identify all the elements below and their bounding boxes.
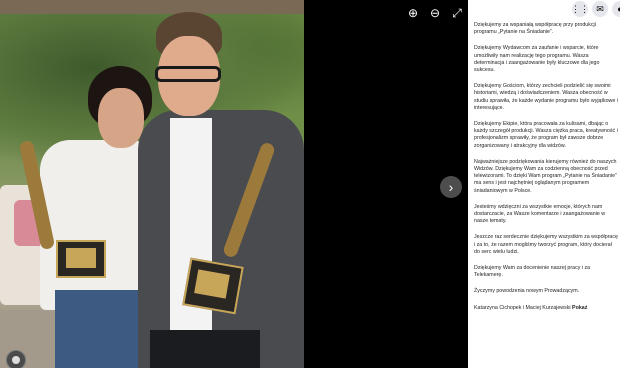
- messenger-icon[interactable]: ✉: [592, 1, 608, 17]
- post-paragraph: Dziękujemy Gościom, którzy zechcieli pod…: [474, 83, 618, 111]
- user-icon: [12, 356, 20, 364]
- top-bar: ⋮⋮ ✉ ●: [468, 0, 620, 18]
- zoom-in-icon[interactable]: ⊕: [404, 4, 422, 22]
- photo-pergola: [0, 0, 304, 14]
- zoom-out-icon[interactable]: ⊖: [426, 4, 444, 22]
- notifications-icon[interactable]: ●: [612, 1, 620, 17]
- show-more-link[interactable]: Pokaż: [572, 305, 587, 311]
- post-text: Dziękujemy za wspaniałą współpracę przy …: [474, 22, 618, 321]
- post-paragraph: Życzymy powodzenia nowym Prowadzącym.: [474, 288, 580, 295]
- man-pants: [150, 330, 260, 368]
- post-paragraph: Dziękujemy Wydawcom za zaufanie i wsparc…: [474, 45, 600, 74]
- next-photo-button[interactable]: ›: [440, 176, 462, 198]
- post-paragraph: Dziękujemy Ekipie, która pracowała za ku…: [474, 121, 618, 149]
- post-signature-line: Katarzyna Cichopek i Maciej Kurzajewski …: [474, 305, 618, 312]
- post-paragraph: Jesteśmy wdzięczni za wszystkie emocje, …: [474, 203, 606, 225]
- post-paragraph: Dziękujemy za wspaniałą współpracę przy …: [474, 22, 596, 36]
- man-glasses: [155, 66, 221, 82]
- avatar[interactable]: [6, 350, 26, 368]
- post-paragraph: Najważniejsze podziękowania kierujemy ró…: [474, 158, 617, 194]
- menu-grid-icon[interactable]: ⋮⋮: [571, 1, 589, 17]
- post-panel: ⋮⋮ ✉ ● Dziękujemy za wspaniałą współprac…: [468, 0, 620, 368]
- post-signature: Katarzyna Cichopek i Maciej Kurzajewski: [474, 304, 571, 311]
- woman-face: [98, 88, 144, 148]
- post-paragraph: Dziękujemy Wam za docenienie naszej prac…: [474, 265, 591, 279]
- viewer-toolbar: ⊕ ⊖ ⤢: [404, 4, 466, 22]
- post-photo[interactable]: [0, 0, 304, 368]
- media-viewer: ⊕ ⊖ ⤢ ›: [0, 0, 468, 368]
- trophy-left-plate: [66, 248, 96, 268]
- fullscreen-icon[interactable]: ⤢: [448, 4, 466, 22]
- post-paragraph: Jeszcze raz serdecznie dziękujemy wszyst…: [474, 234, 618, 255]
